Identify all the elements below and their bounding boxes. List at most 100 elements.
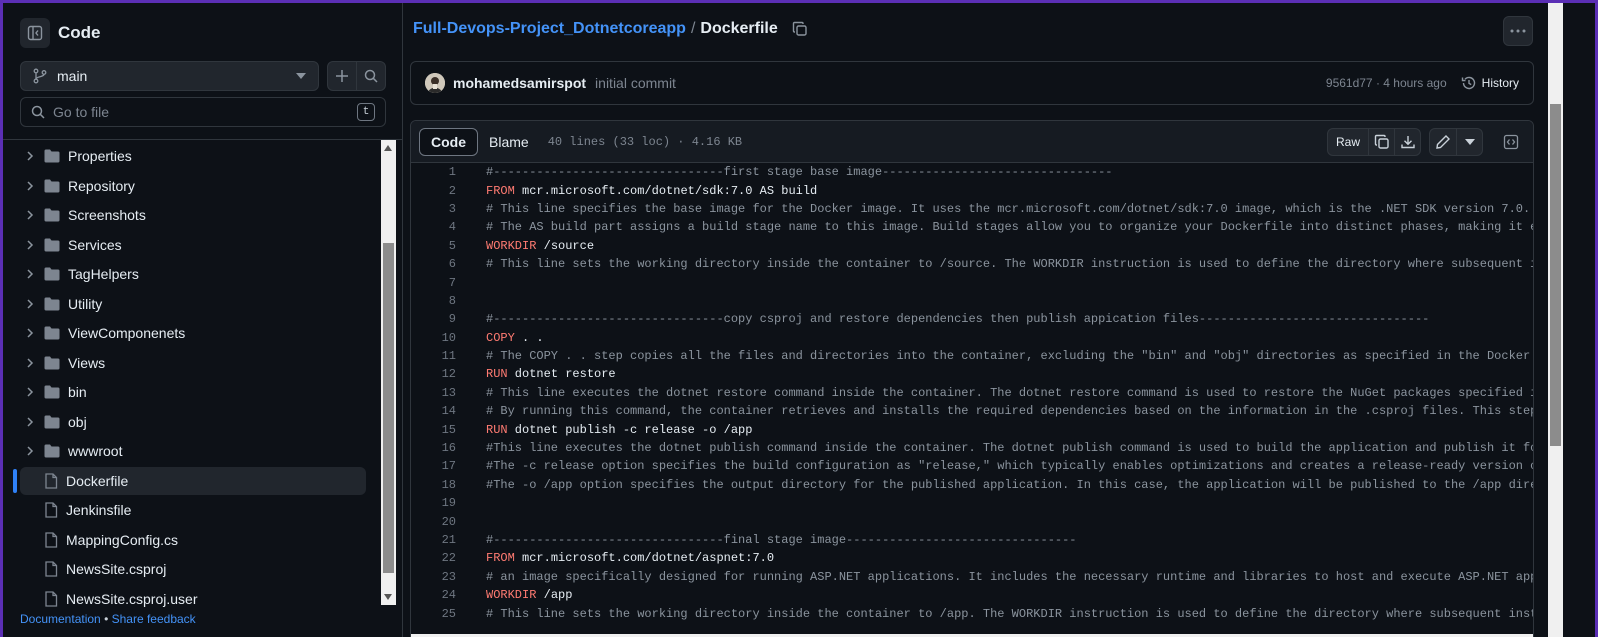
- line-number[interactable]: 8: [411, 294, 456, 308]
- commit-message[interactable]: initial commit: [595, 75, 676, 91]
- line-content: #The -c release option specifies the bui…: [486, 459, 1533, 473]
- line-text: # The COPY . . step copies all the files…: [486, 349, 1534, 364]
- line-number[interactable]: 12: [411, 367, 456, 381]
- raw-button[interactable]: Raw: [1328, 129, 1368, 155]
- line-number[interactable]: 3: [411, 202, 456, 216]
- tree-folder-item[interactable]: Services: [20, 231, 366, 259]
- line-number[interactable]: 6: [411, 257, 456, 271]
- line-number[interactable]: 20: [411, 515, 456, 529]
- line-number[interactable]: 17: [411, 459, 456, 473]
- tab-blame[interactable]: Blame: [478, 128, 540, 156]
- edit-options-button[interactable]: [1456, 128, 1482, 155]
- copy-path-button[interactable]: [792, 21, 808, 37]
- tree-folder-item[interactable]: Properties: [20, 142, 366, 170]
- chevron-right-icon[interactable]: [22, 210, 38, 220]
- more-options-button[interactable]: [1503, 16, 1533, 46]
- tree-folder-item[interactable]: bin: [20, 378, 366, 406]
- tree-folder-item[interactable]: Screenshots: [20, 201, 366, 229]
- tree-folder-item[interactable]: Views: [20, 349, 366, 377]
- go-to-file-input[interactable]: [53, 104, 357, 120]
- chevron-right-icon[interactable]: [22, 328, 38, 338]
- line-number[interactable]: 7: [411, 276, 456, 290]
- tree-folder-item[interactable]: Repository: [20, 172, 366, 200]
- symbols-panel-button[interactable]: [1497, 128, 1525, 156]
- code-line: 6 # This line sets the working directory …: [411, 255, 1533, 273]
- line-number[interactable]: 14: [411, 404, 456, 418]
- line-number[interactable]: 16: [411, 441, 456, 455]
- dockerfile-keyword: WORKDIR: [486, 588, 537, 603]
- pencil-icon: [1436, 134, 1450, 149]
- line-number[interactable]: 4: [411, 220, 456, 234]
- tree-folder-item[interactable]: TagHelpers: [20, 260, 366, 288]
- chevron-right-icon[interactable]: [22, 446, 38, 456]
- sidebar-scrollbar[interactable]: [381, 140, 396, 605]
- sidebar-scroll-thumb[interactable]: [383, 243, 394, 573]
- tree-item-label: MappingConfig.cs: [66, 531, 179, 548]
- chevron-right-icon[interactable]: [22, 151, 38, 161]
- code-view[interactable]: 1 #--------------------------------first …: [411, 163, 1534, 623]
- history-button[interactable]: History: [1461, 75, 1519, 91]
- breadcrumb-repo-link[interactable]: Full-Devops-Project_Dotnetcoreapp: [413, 20, 686, 38]
- chevron-right-icon[interactable]: [22, 416, 38, 427]
- tree-folder-item[interactable]: Utility: [20, 290, 366, 318]
- dockerfile-keyword: RUN: [486, 422, 508, 437]
- line-number[interactable]: 18: [411, 478, 456, 492]
- avatar[interactable]: [425, 73, 445, 93]
- latest-commit-bar: mohamedsamirspot initial commit 9561d77 …: [410, 61, 1534, 105]
- chevron-right-icon[interactable]: [22, 298, 38, 309]
- documentation-link[interactable]: Documentation: [20, 612, 101, 626]
- page-scroll-thumb[interactable]: [1550, 104, 1561, 446]
- file-actions: Raw: [1326, 127, 1525, 156]
- folder-icon: [44, 238, 60, 252]
- page-scrollbar[interactable]: [1548, 3, 1563, 637]
- line-number[interactable]: 19: [411, 496, 456, 510]
- branch-selector[interactable]: main: [20, 61, 319, 91]
- line-content: RUN dotnet restore: [486, 367, 616, 381]
- chevron-right-icon[interactable]: [22, 357, 38, 368]
- line-number[interactable]: 25: [411, 607, 456, 621]
- collapse-sidebar-button[interactable]: [20, 18, 50, 48]
- line-number[interactable]: 1: [411, 165, 456, 179]
- edit-file-button[interactable]: [1430, 129, 1456, 155]
- commit-hash-time[interactable]: 9561d77 · 4 hours ago: [1326, 76, 1447, 90]
- line-content: # This line specifies the base image for…: [486, 202, 1533, 216]
- code-line: 8: [411, 292, 1533, 310]
- tree-folder-item[interactable]: ViewComponenets: [20, 319, 366, 347]
- chevron-right-icon[interactable]: [22, 387, 38, 397]
- line-content: # This line sets the working directory i…: [486, 607, 1533, 621]
- tree-file-item[interactable]: NewsSite.csproj: [20, 555, 366, 583]
- line-number[interactable]: 10: [411, 331, 456, 345]
- tree-file-item[interactable]: Jenkinsfile: [20, 496, 366, 524]
- go-to-file-box[interactable]: t: [20, 97, 386, 127]
- tree-file-item[interactable]: MappingConfig.cs: [20, 526, 366, 554]
- line-number[interactable]: 24: [411, 588, 456, 602]
- tab-code[interactable]: Code: [419, 127, 478, 156]
- search-icon: [364, 69, 378, 83]
- line-number[interactable]: 21: [411, 533, 456, 547]
- chevron-right-icon[interactable]: [22, 180, 38, 191]
- chevron-right-icon[interactable]: [22, 239, 38, 250]
- line-number[interactable]: 22: [411, 551, 456, 565]
- code-line: 4 # The AS build part assigns a build sta…: [411, 218, 1533, 236]
- tree-folder-item[interactable]: obj: [20, 408, 366, 436]
- scroll-down-arrow-icon[interactable]: [384, 594, 392, 600]
- add-file-button[interactable]: [327, 61, 357, 91]
- line-number[interactable]: 5: [411, 239, 456, 253]
- tree-folder-item[interactable]: wwwroot: [20, 437, 366, 465]
- tree-file-item[interactable]: NewsSite.csproj.user: [20, 585, 366, 611]
- tree-file-item[interactable]: Dockerfile: [20, 466, 366, 495]
- line-number[interactable]: 11: [411, 349, 456, 363]
- copy-raw-button[interactable]: [1368, 128, 1394, 155]
- line-number[interactable]: 15: [411, 423, 456, 437]
- line-number[interactable]: 9: [411, 312, 456, 326]
- line-number[interactable]: 2: [411, 184, 456, 198]
- chevron-right-icon[interactable]: [22, 269, 38, 279]
- history-label: History: [1481, 76, 1519, 90]
- download-raw-button[interactable]: [1394, 128, 1420, 155]
- line-number[interactable]: 13: [411, 386, 456, 400]
- share-feedback-link[interactable]: Share feedback: [112, 612, 196, 626]
- line-number[interactable]: 23: [411, 570, 456, 584]
- search-code-button[interactable]: [356, 61, 386, 91]
- commit-author[interactable]: mohamedsamirspot: [453, 75, 586, 91]
- scroll-up-arrow-icon[interactable]: [384, 145, 392, 151]
